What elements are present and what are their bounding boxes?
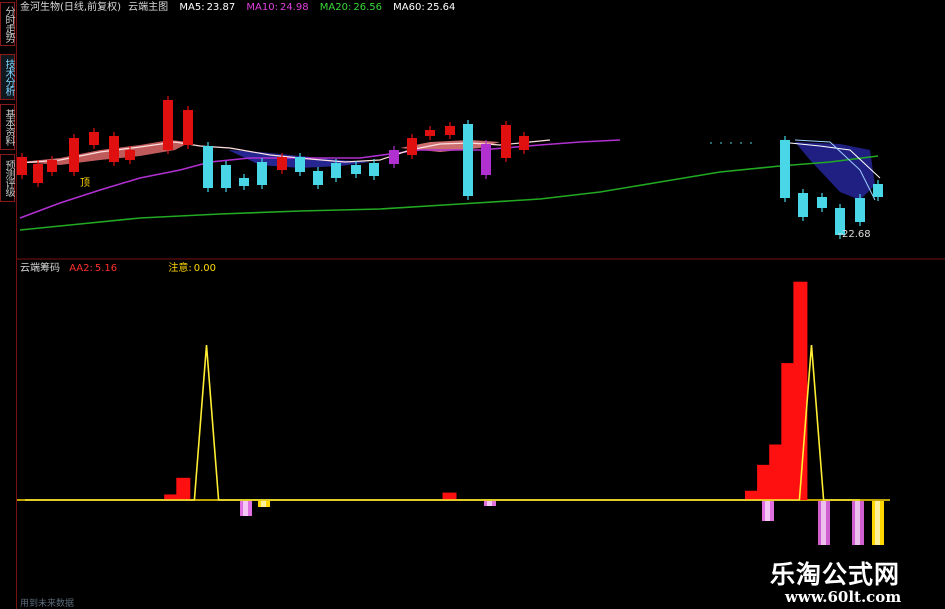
- negative-bar-highlight: [765, 501, 770, 521]
- chart-canvas[interactable]: 22.68 顶: [0, 0, 945, 609]
- candle-body: [277, 157, 287, 170]
- candle-body: [481, 144, 491, 175]
- candle-body: [239, 178, 249, 186]
- candle-body: [257, 162, 267, 185]
- watermark-url: www.60lt.com: [785, 588, 902, 606]
- candle-body: [817, 197, 827, 208]
- aa2-bar: [176, 477, 191, 500]
- candle-body: [463, 124, 473, 196]
- negative-bar-highlight: [243, 501, 248, 516]
- candle-body: [351, 165, 361, 174]
- candle-body: [89, 132, 99, 145]
- aa2-bar: [781, 363, 796, 500]
- blue-cloud-band-right: [795, 142, 875, 200]
- aa2-bar: [442, 492, 457, 500]
- negative-bar-highlight: [821, 501, 826, 545]
- candle-body: [445, 126, 455, 135]
- candle-body: [519, 136, 529, 150]
- watermark-title: 乐淘公式网: [770, 560, 901, 589]
- candle-body: [203, 146, 213, 188]
- candle-body: [425, 130, 435, 136]
- negative-bar-highlight: [261, 501, 266, 507]
- negative-bar-highlight: [855, 501, 860, 545]
- candle-body: [47, 160, 57, 172]
- candle-body: [17, 157, 27, 175]
- candle-body: [389, 150, 399, 164]
- candle-body: [125, 150, 135, 160]
- candle-body: [33, 164, 43, 183]
- candle-body: [109, 136, 119, 162]
- candle-body: [313, 171, 323, 185]
- candle-body: [855, 198, 865, 222]
- candle-body: [873, 184, 883, 197]
- aa2-bar: [793, 281, 808, 500]
- candle-body: [295, 157, 305, 172]
- candle-body: [221, 165, 231, 188]
- aa2-bar: [164, 494, 179, 500]
- ma20-line: [19, 155, 879, 231]
- candle-body: [780, 140, 790, 198]
- aa2-bar: [745, 490, 759, 500]
- aa2-bar: [757, 464, 772, 500]
- signal-label: 顶: [80, 177, 90, 189]
- aa2-bar: [769, 444, 784, 500]
- note-signal-line: [25, 344, 860, 501]
- negative-bar-highlight: [487, 501, 492, 506]
- candle-body: [798, 193, 808, 217]
- low-price-marker: 22.68: [842, 229, 871, 240]
- candle-body: [331, 163, 341, 178]
- candle-body: [163, 100, 173, 150]
- candle-body: [183, 110, 193, 145]
- candle-body: [369, 163, 379, 176]
- negative-bar-highlight: [875, 501, 880, 545]
- candle-body: [501, 125, 511, 158]
- candle-body: [69, 138, 79, 172]
- footer-note: 用到未来数据: [20, 599, 75, 609]
- candle-body: [407, 138, 417, 155]
